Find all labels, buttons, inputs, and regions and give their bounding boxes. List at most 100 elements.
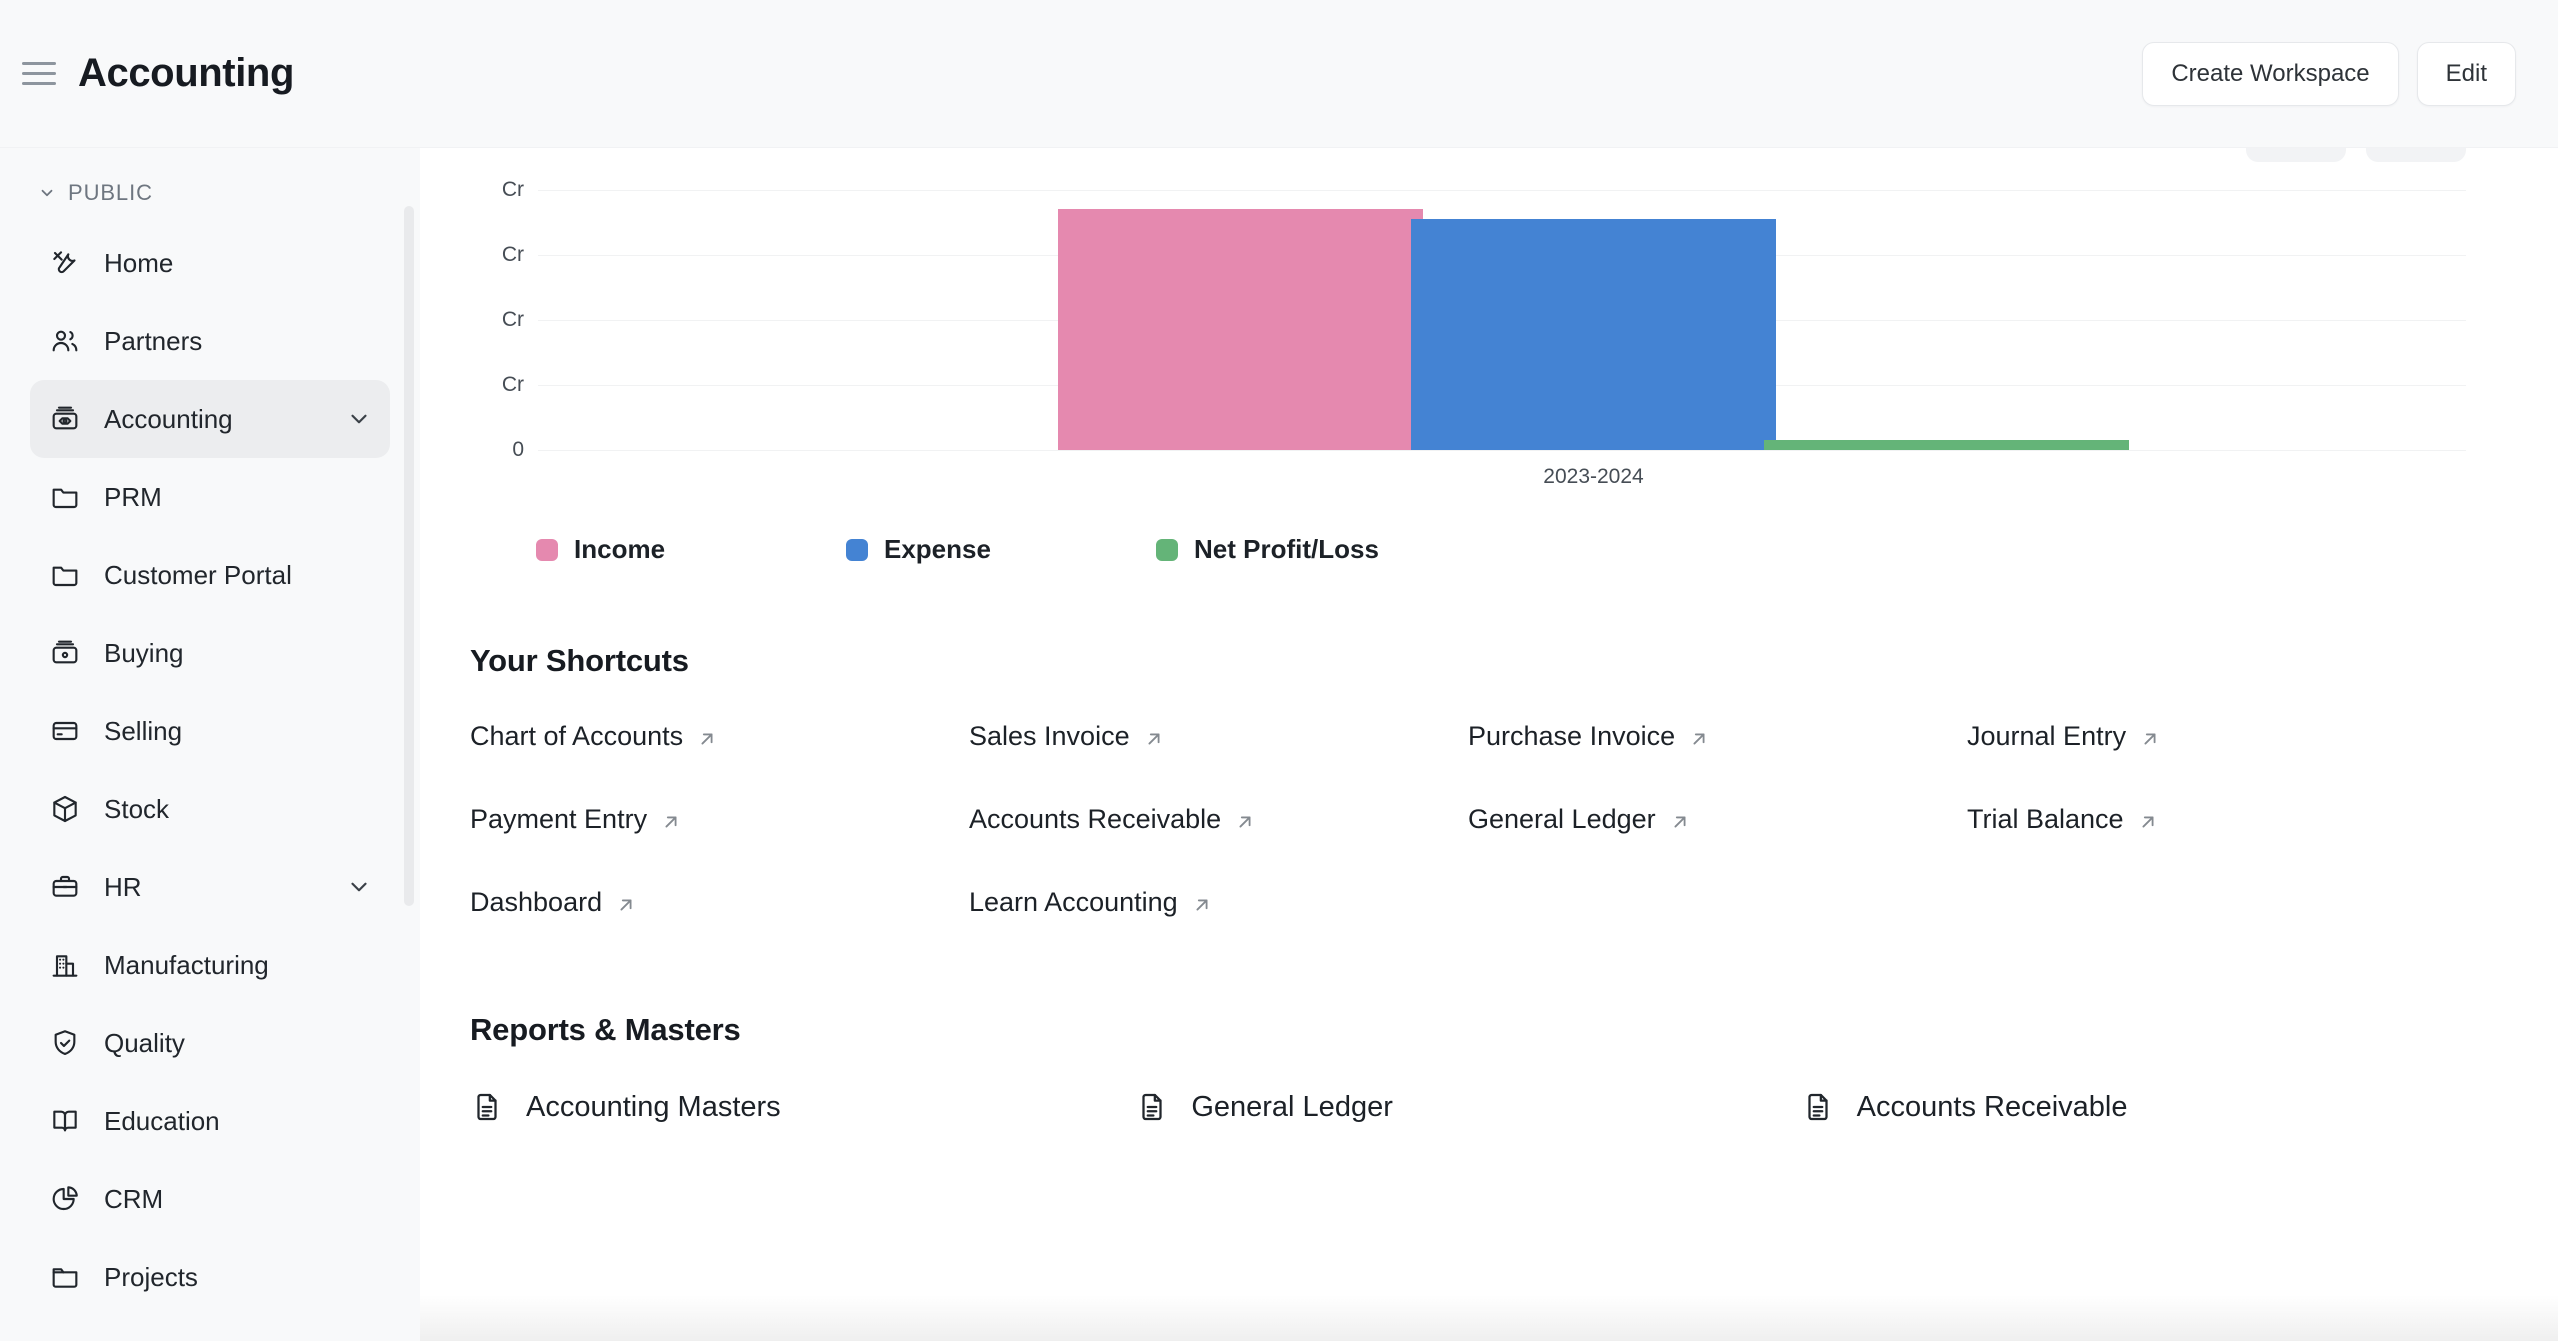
chart-legend-item[interactable]: Income xyxy=(536,534,846,565)
shortcut-cell: Trial Balance xyxy=(1967,804,2466,835)
chart-gridline xyxy=(538,450,2466,451)
report-link-accounts-receivable[interactable]: Accounts Receivable xyxy=(1801,1090,2127,1124)
shortcut-label: Learn Accounting xyxy=(969,887,1178,917)
sidebar-item-crm[interactable]: CRM xyxy=(30,1160,390,1238)
sidebar-item-manufacturing[interactable]: Manufacturing xyxy=(30,926,390,1004)
legend-label: Net Profit/Loss xyxy=(1194,534,1379,564)
sidebar-item-partners[interactable]: Partners xyxy=(30,302,390,380)
sidebar-item-customer-portal[interactable]: Customer Portal xyxy=(30,536,390,614)
sidebar-item-education[interactable]: Education xyxy=(30,1082,390,1160)
external-link-icon xyxy=(660,809,682,831)
shortcuts-title: Your Shortcuts xyxy=(470,643,689,678)
briefcase-icon xyxy=(48,870,82,904)
sidebar-section-public[interactable]: PUBLIC xyxy=(30,174,390,224)
external-link-icon xyxy=(1143,726,1165,748)
sidebar-item-label: Accounting xyxy=(104,403,233,434)
chart-toolbar-chip[interactable] xyxy=(2366,148,2466,162)
external-link-icon xyxy=(1669,809,1691,831)
sidebar-item-label: CRM xyxy=(104,1183,164,1214)
sidebar-item-selling[interactable]: Selling xyxy=(30,692,390,770)
shortcut-link-accounts-receivable[interactable]: Accounts Receivable xyxy=(969,804,1256,835)
sidebar-item-label: Stock xyxy=(104,793,170,824)
sidebar-item-label: PRM xyxy=(104,481,162,512)
hamburger-icon[interactable] xyxy=(22,57,56,91)
sidebar-item-label: Selling xyxy=(104,715,183,746)
shortcut-link-chart-of-accounts[interactable]: Chart of Accounts xyxy=(470,721,718,752)
report-cell: Accounting Masters xyxy=(470,1090,1135,1129)
chevron-down-icon[interactable] xyxy=(346,406,372,432)
shortcut-cell: Journal Entry xyxy=(1967,721,2466,752)
chart-plot-area: Cr Cr Cr Cr 0 2023-2024 xyxy=(478,172,2466,488)
chart-legend-item[interactable]: Expense xyxy=(846,534,1156,565)
sidebar-item-buying[interactable]: Buying xyxy=(30,614,390,692)
shortcuts-section: Your Shortcuts Chart of Accounts Sales In… xyxy=(470,643,2466,918)
shortcut-link-trial-balance[interactable]: Trial Balance xyxy=(1967,804,2159,835)
sidebar-section-label: PUBLIC xyxy=(68,180,153,205)
shortcut-cell: General Ledger xyxy=(1468,804,1967,835)
shield-check-icon xyxy=(48,1026,82,1060)
sidebar: PUBLIC Home Partners Accounting PRM Customer… xyxy=(0,148,420,1341)
report-link-accounting-masters[interactable]: Accounting Masters xyxy=(470,1090,781,1124)
shortcut-link-general-ledger[interactable]: General Ledger xyxy=(1468,804,1691,835)
shortcut-label: Dashboard xyxy=(470,887,603,917)
shortcut-label: General Ledger xyxy=(1468,804,1656,834)
chart-legend-item[interactable]: Net Profit/Loss xyxy=(1156,534,1466,565)
shortcut-label: Payment Entry xyxy=(470,804,648,834)
shortcut-link-journal-entry[interactable]: Journal Entry xyxy=(1967,721,2161,752)
main-inner: Cr Cr Cr Cr 0 2023-2024 Income Expense Net Pro… xyxy=(420,148,2558,1129)
shortcut-link-purchase-invoice[interactable]: Purchase Invoice xyxy=(1468,721,1710,752)
bottom-fade xyxy=(420,1295,2558,1341)
shortcut-cell: Sales Invoice xyxy=(969,721,1468,752)
reports-grid: Accounting Masters General Ledger Accounts… xyxy=(470,1090,2466,1129)
sidebar-item-projects[interactable]: Projects xyxy=(30,1238,390,1316)
sidebar-item-stock[interactable]: Stock xyxy=(30,770,390,848)
legend-swatch xyxy=(536,538,558,561)
folder-open-icon xyxy=(48,1260,82,1294)
shortcut-link-learn-accounting[interactable]: Learn Accounting xyxy=(969,887,1213,918)
sidebar-item-home[interactable]: Home xyxy=(30,224,390,302)
document-icon xyxy=(470,1090,504,1124)
sidebar-item-prm[interactable]: PRM xyxy=(30,458,390,536)
chevron-down-icon[interactable] xyxy=(346,874,372,900)
shortcut-label: Journal Entry xyxy=(1967,721,2127,751)
external-link-icon xyxy=(2139,726,2161,748)
external-link-icon xyxy=(1688,726,1710,748)
create-workspace-button[interactable]: Create Workspace xyxy=(2142,41,2399,106)
chart-toolbar-chip[interactable] xyxy=(2246,148,2346,162)
top-bar: Accounting Create Workspace Edit xyxy=(0,0,2558,148)
chart-bar-net-profit-loss[interactable] xyxy=(1764,440,2129,450)
edit-button[interactable]: Edit xyxy=(2416,41,2516,106)
cash-box-icon xyxy=(48,402,82,436)
sidebar-item-label: HR xyxy=(104,871,142,902)
shortcut-label: Sales Invoice xyxy=(969,721,1130,751)
sidebar-item-accounting[interactable]: Accounting xyxy=(30,380,390,458)
chart-bars xyxy=(538,172,2466,450)
shortcut-cell: Dashboard xyxy=(470,887,969,918)
report-link-general-ledger[interactable]: General Ledger xyxy=(1135,1090,1393,1124)
sidebar-item-label: Projects xyxy=(104,1261,198,1292)
external-link-icon xyxy=(1234,809,1256,831)
legend-label: Income xyxy=(574,534,666,564)
chart-y-tick-label: Cr xyxy=(501,373,524,396)
chart-y-tick-label: 0 xyxy=(512,438,524,461)
shortcut-link-sales-invoice[interactable]: Sales Invoice xyxy=(969,721,1165,752)
sidebar-item-quality[interactable]: Quality xyxy=(30,1004,390,1082)
sidebar-scrollbar[interactable] xyxy=(404,206,414,906)
sidebar-item-label: Customer Portal xyxy=(104,559,292,590)
shortcut-link-dashboard[interactable]: Dashboard xyxy=(470,887,637,918)
app-root: Accounting Create Workspace Edit PUBLIC … xyxy=(0,0,2558,1341)
reports-title: Reports & Masters xyxy=(470,1012,741,1047)
document-icon xyxy=(1801,1090,1835,1124)
chart-bar-expense[interactable] xyxy=(1411,219,1776,450)
buying-box-icon xyxy=(48,636,82,670)
external-link-icon xyxy=(2137,809,2159,831)
shortcut-link-payment-entry[interactable]: Payment Entry xyxy=(470,804,682,835)
external-link-icon xyxy=(696,726,718,748)
sidebar-nav-list: Home Partners Accounting PRM Customer Portal… xyxy=(30,224,390,1316)
sidebar-item-label: Partners xyxy=(104,325,203,356)
chart-bar-income[interactable] xyxy=(1058,209,1423,450)
sidebar-item-label: Manufacturing xyxy=(104,949,269,980)
sidebar-item-hr[interactable]: HR xyxy=(30,848,390,926)
chart-y-tick-label: Cr xyxy=(501,178,524,201)
card-icon xyxy=(48,714,82,748)
